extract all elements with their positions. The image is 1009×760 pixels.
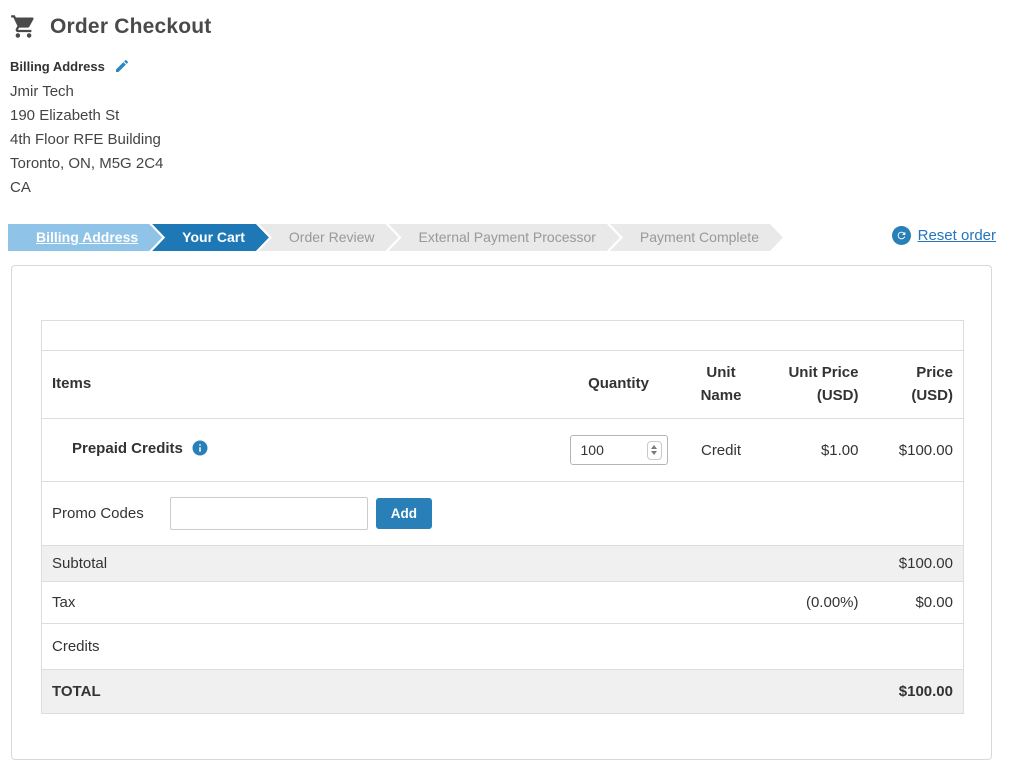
credits-rate	[764, 624, 869, 670]
billing-line-suite: 4th Floor RFE Building	[10, 128, 1009, 152]
shopping-cart-icon	[10, 13, 37, 40]
tax-value: $0.00	[869, 582, 964, 624]
billing-line-street: 190 Elizabeth St	[10, 104, 1009, 128]
table-spacer-row	[42, 321, 964, 351]
page-header: Order Checkout	[0, 0, 1009, 40]
quantity-stepper	[570, 435, 668, 465]
billing-line-company: Jmir Tech	[10, 80, 1009, 104]
reset-refresh-icon	[892, 226, 911, 245]
promo-code-input[interactable]	[170, 497, 368, 530]
credits-row: Credits	[42, 624, 964, 670]
info-icon[interactable]	[191, 444, 209, 461]
spin-down-icon[interactable]	[651, 451, 657, 455]
total-label: TOTAL	[42, 670, 764, 714]
table-header-row: Items Quantity Unit Name Unit Price (USD…	[42, 351, 964, 419]
billing-line-city: Toronto, ON, M5G 2C4	[10, 152, 1009, 176]
step-payment-complete: Payment Complete	[610, 224, 783, 251]
billing-address-label: Billing Address	[10, 59, 105, 74]
page-title: Order Checkout	[50, 15, 212, 39]
total-rate	[764, 670, 869, 714]
subtotal-rate	[764, 546, 869, 582]
cart-panel: Items Quantity Unit Name Unit Price (USD…	[11, 265, 992, 760]
col-header-items: Items	[42, 351, 559, 419]
billing-line-country: CA	[10, 176, 1009, 200]
cart-table: Items Quantity Unit Name Unit Price (USD…	[41, 320, 964, 714]
quantity-spin-buttons[interactable]	[647, 441, 662, 460]
tax-label: Tax	[42, 582, 764, 624]
edit-pencil-icon[interactable]	[114, 58, 130, 74]
total-value: $100.00	[869, 670, 964, 714]
item-unit-price: $1.00	[764, 419, 869, 482]
subtotal-value: $100.00	[869, 546, 964, 582]
promo-codes-label: Promo Codes	[52, 505, 144, 522]
col-header-unit-price: Unit Price (USD)	[764, 351, 869, 419]
reset-order-label: Reset order	[918, 227, 996, 244]
spin-up-icon[interactable]	[651, 445, 657, 449]
item-name: Prepaid Credits	[72, 440, 183, 457]
tax-row: Tax (0.00%) $0.00	[42, 582, 964, 624]
subtotal-row: Subtotal $100.00	[42, 546, 964, 582]
subtotal-label: Subtotal	[42, 546, 764, 582]
step-external-payment-processor: External Payment Processor	[389, 224, 620, 251]
col-header-unit-name: Unit Name	[679, 351, 764, 419]
checkout-stepper: Billing Address Your Cart Order Review E…	[0, 224, 1009, 251]
tax-rate: (0.00%)	[764, 582, 869, 624]
col-header-quantity: Quantity	[559, 351, 679, 419]
total-row: TOTAL $100.00	[42, 670, 964, 714]
item-unit-name: Credit	[679, 419, 764, 482]
promo-codes-row: Promo Codes Add	[42, 482, 964, 546]
col-header-price: Price (USD)	[869, 351, 964, 419]
cart-item-row: Prepaid Credits Credit $1.00 $100.00	[42, 419, 964, 482]
billing-address-block: Billing Address Jmir Tech 190 Elizabeth …	[10, 58, 1009, 200]
credits-value	[869, 624, 964, 670]
item-price: $100.00	[869, 419, 964, 482]
step-your-cart[interactable]: Your Cart	[152, 224, 269, 251]
add-promo-button[interactable]: Add	[376, 498, 432, 529]
reset-order-link[interactable]: Reset order	[892, 226, 996, 245]
step-order-review: Order Review	[259, 224, 399, 251]
credits-label: Credits	[42, 624, 764, 670]
quantity-input[interactable]	[573, 442, 631, 458]
step-billing-address[interactable]: Billing Address	[8, 224, 162, 251]
